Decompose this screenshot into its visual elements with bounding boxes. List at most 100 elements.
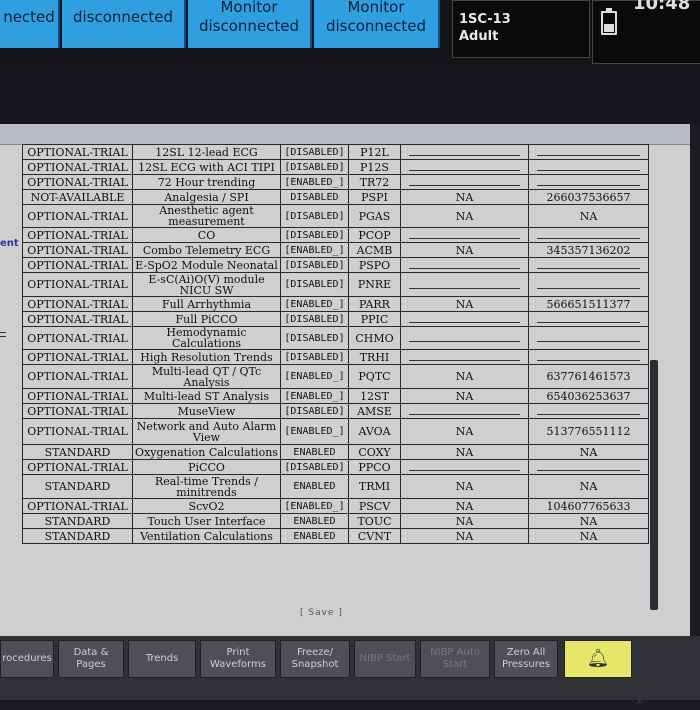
table-row[interactable]: OPTIONAL-TRIAL High Resolution Trends [DIS… (22, 349, 649, 365)
option-status-cell: OPTIONAL-TRIAL (22, 257, 133, 273)
zero-all-pressures-key[interactable]: Zero All Pressures (494, 640, 558, 678)
option-na-cell: NA (400, 189, 529, 205)
save-button[interactable]: [ Save ] (300, 608, 343, 618)
option-name-cell: Hemodynamic Calculations (132, 326, 281, 350)
option-key-cell: NA (528, 204, 649, 228)
table-row[interactable]: STANDARD Real-time Trends / minitrends ENA… (22, 474, 649, 499)
blank-entry-line (537, 178, 640, 186)
freeze-snapshot-key[interactable]: Freeze/ Snapshot (280, 640, 350, 678)
clock: 10:48 (633, 0, 691, 14)
table-row[interactable]: STANDARD Oxygenation Calculations ENABLED C… (22, 444, 649, 460)
option-na-cell: NA (400, 242, 529, 258)
monitor-tile-4[interactable]: Monitor disconnected (314, 0, 440, 48)
option-na-cell (400, 459, 529, 475)
option-status-cell: OPTIONAL-TRIAL (22, 159, 133, 175)
system-status-box: 10:48 (592, 0, 700, 64)
option-na-cell (400, 159, 529, 175)
option-key-cell: 345357136202 (528, 242, 649, 258)
tile-line2: nected (3, 7, 55, 26)
option-code-cell: PGAS (348, 204, 401, 228)
option-state-cell: ENABLED (280, 528, 349, 544)
table-row[interactable]: OPTIONAL-TRIAL Full PiCCO [DISABLED] PPIC (22, 311, 649, 327)
option-name-cell: Oxygenation Calculations (132, 444, 281, 460)
option-na-cell (400, 272, 529, 297)
option-code-cell: PPIC (348, 311, 401, 327)
option-status-cell: OPTIONAL-TRIAL (22, 498, 133, 514)
table-row[interactable]: OPTIONAL-TRIAL E-sC(Ai)O(V) module NICU S… (22, 272, 649, 297)
blank-entry-line (409, 261, 520, 269)
table-row[interactable]: OPTIONAL-TRIAL 12SL 12-lead ECG [DISABLED]… (22, 144, 649, 160)
table-row[interactable]: OPTIONAL-TRIAL ScvO2 [ENABLED_] PSCV NA 10460… (22, 498, 649, 514)
option-na-cell (400, 349, 529, 365)
monitor-tile-2[interactable]: disconnected (62, 0, 186, 48)
option-state-cell: ENABLED (280, 513, 349, 529)
table-row[interactable]: OPTIONAL-TRIAL Combo Telemetry ECG [ENABLE… (22, 242, 649, 258)
table-row[interactable]: OPTIONAL-TRIAL Network and Auto Alarm Vie… (22, 418, 649, 445)
option-code-cell: PNRE (348, 272, 401, 297)
table-row[interactable]: OPTIONAL-TRIAL 12SL ECG with ACI TIPI [DIS… (22, 159, 649, 175)
option-name-cell: Touch User Interface (132, 513, 281, 529)
blank-entry-line (537, 261, 640, 269)
side-fragment-text: ent (0, 238, 19, 249)
table-row[interactable]: NOT-AVAILABLE Analgesia / SPI DISABLED PSPI… (22, 189, 649, 205)
procedures-key[interactable]: rocedures (0, 640, 54, 678)
top-status-bar: nected disconnected Monitor disconnected… (0, 0, 700, 64)
option-state-cell: [DISABLED] (280, 459, 349, 475)
option-code-cell: TOUC (348, 513, 401, 529)
print-waveforms-key[interactable]: Print Waveforms (200, 640, 276, 678)
option-name-cell: Combo Telemetry ECG (132, 242, 281, 258)
table-row[interactable]: OPTIONAL-TRIAL PiCCO [DISABLED] PPCO (22, 459, 649, 475)
option-name-cell: E-SpO2 Module Neonatal (132, 257, 281, 273)
table-row[interactable]: OPTIONAL-TRIAL Full Arrhythmia [ENABLED_] P… (22, 296, 649, 312)
monitor-tile-1[interactable]: nected (0, 0, 60, 48)
monitor-tile-3[interactable]: Monitor disconnected (188, 0, 312, 48)
option-key-cell (528, 326, 649, 350)
trends-key[interactable]: Trends (128, 640, 196, 678)
option-na-cell: NA (400, 513, 529, 529)
option-name-cell: CO (132, 227, 281, 243)
table-row[interactable]: OPTIONAL-TRIAL Anesthetic agent measureme… (22, 204, 649, 228)
nibp-start-key[interactable]: NIBP Start (354, 640, 416, 678)
patient-info-box[interactable]: 1SC-13 Adult (452, 0, 590, 58)
option-key-cell: 654036253637 (528, 388, 649, 404)
table-row[interactable]: STANDARD Ventilation Calculations ENABLED C… (22, 528, 649, 544)
tile-line2: disconnected (325, 17, 427, 35)
data-pages-key[interactable]: Data & Pages (58, 640, 124, 678)
option-name-cell: Multi-lead QT / QTc Analysis (132, 364, 281, 389)
option-state-cell: ENABLED (280, 444, 349, 460)
option-key-cell: 637761461573 (528, 364, 649, 389)
option-state-cell: [DISABLED] (280, 144, 349, 160)
table-row[interactable]: OPTIONAL-TRIAL 72 Hour trending [ENABLED_]… (22, 174, 649, 190)
table-row[interactable]: OPTIONAL-TRIAL Hemodynamic Calculations [D… (22, 326, 649, 350)
option-code-cell: TR72 (348, 174, 401, 190)
nibp-auto-start-key[interactable]: NIBP Auto Start (420, 640, 490, 678)
table-row[interactable]: STANDARD Touch User Interface ENABLED TOUC N… (22, 513, 649, 529)
option-state-cell: [ENABLED_] (280, 498, 349, 514)
option-name-cell: Ventilation Calculations (132, 528, 281, 544)
side-dash (0, 332, 6, 333)
option-code-cell: PQTC (348, 364, 401, 389)
option-key-cell (528, 174, 649, 190)
option-status-cell: OPTIONAL-TRIAL (22, 174, 133, 190)
tile-line1: Monitor (347, 0, 405, 16)
option-na-cell (400, 403, 529, 419)
option-state-cell: [DISABLED] (280, 227, 349, 243)
table-row[interactable]: OPTIONAL-TRIAL CO [DISABLED] PCOP (22, 227, 649, 243)
option-key-cell (528, 159, 649, 175)
option-code-cell: CHMO (348, 326, 401, 350)
alarm-silence-key[interactable]: 🔔︎ (564, 640, 632, 678)
patient-bed: 1SC-13 (459, 12, 511, 27)
option-key-cell: NA (528, 474, 649, 499)
blank-entry-line (409, 281, 520, 289)
table-row[interactable]: OPTIONAL-TRIAL Multi-lead ST Analysis [ENA… (22, 388, 649, 404)
table-row[interactable]: OPTIONAL-TRIAL MuseView [DISABLED] AMSE (22, 403, 649, 419)
blank-entry-line (537, 334, 640, 342)
table-row[interactable]: OPTIONAL-TRIAL Multi-lead QT / QTc Analys… (22, 364, 649, 389)
panel-header (0, 124, 690, 145)
option-name-cell: Full Arrhythmia (132, 296, 281, 312)
option-na-cell: NA (400, 444, 529, 460)
option-name-cell: Real-time Trends / minitrends (132, 474, 281, 499)
option-state-cell: [ENABLED_] (280, 364, 349, 389)
table-row[interactable]: OPTIONAL-TRIAL E-SpO2 Module Neonatal [DIS… (22, 257, 649, 273)
table-scrollbar[interactable] (650, 360, 658, 610)
